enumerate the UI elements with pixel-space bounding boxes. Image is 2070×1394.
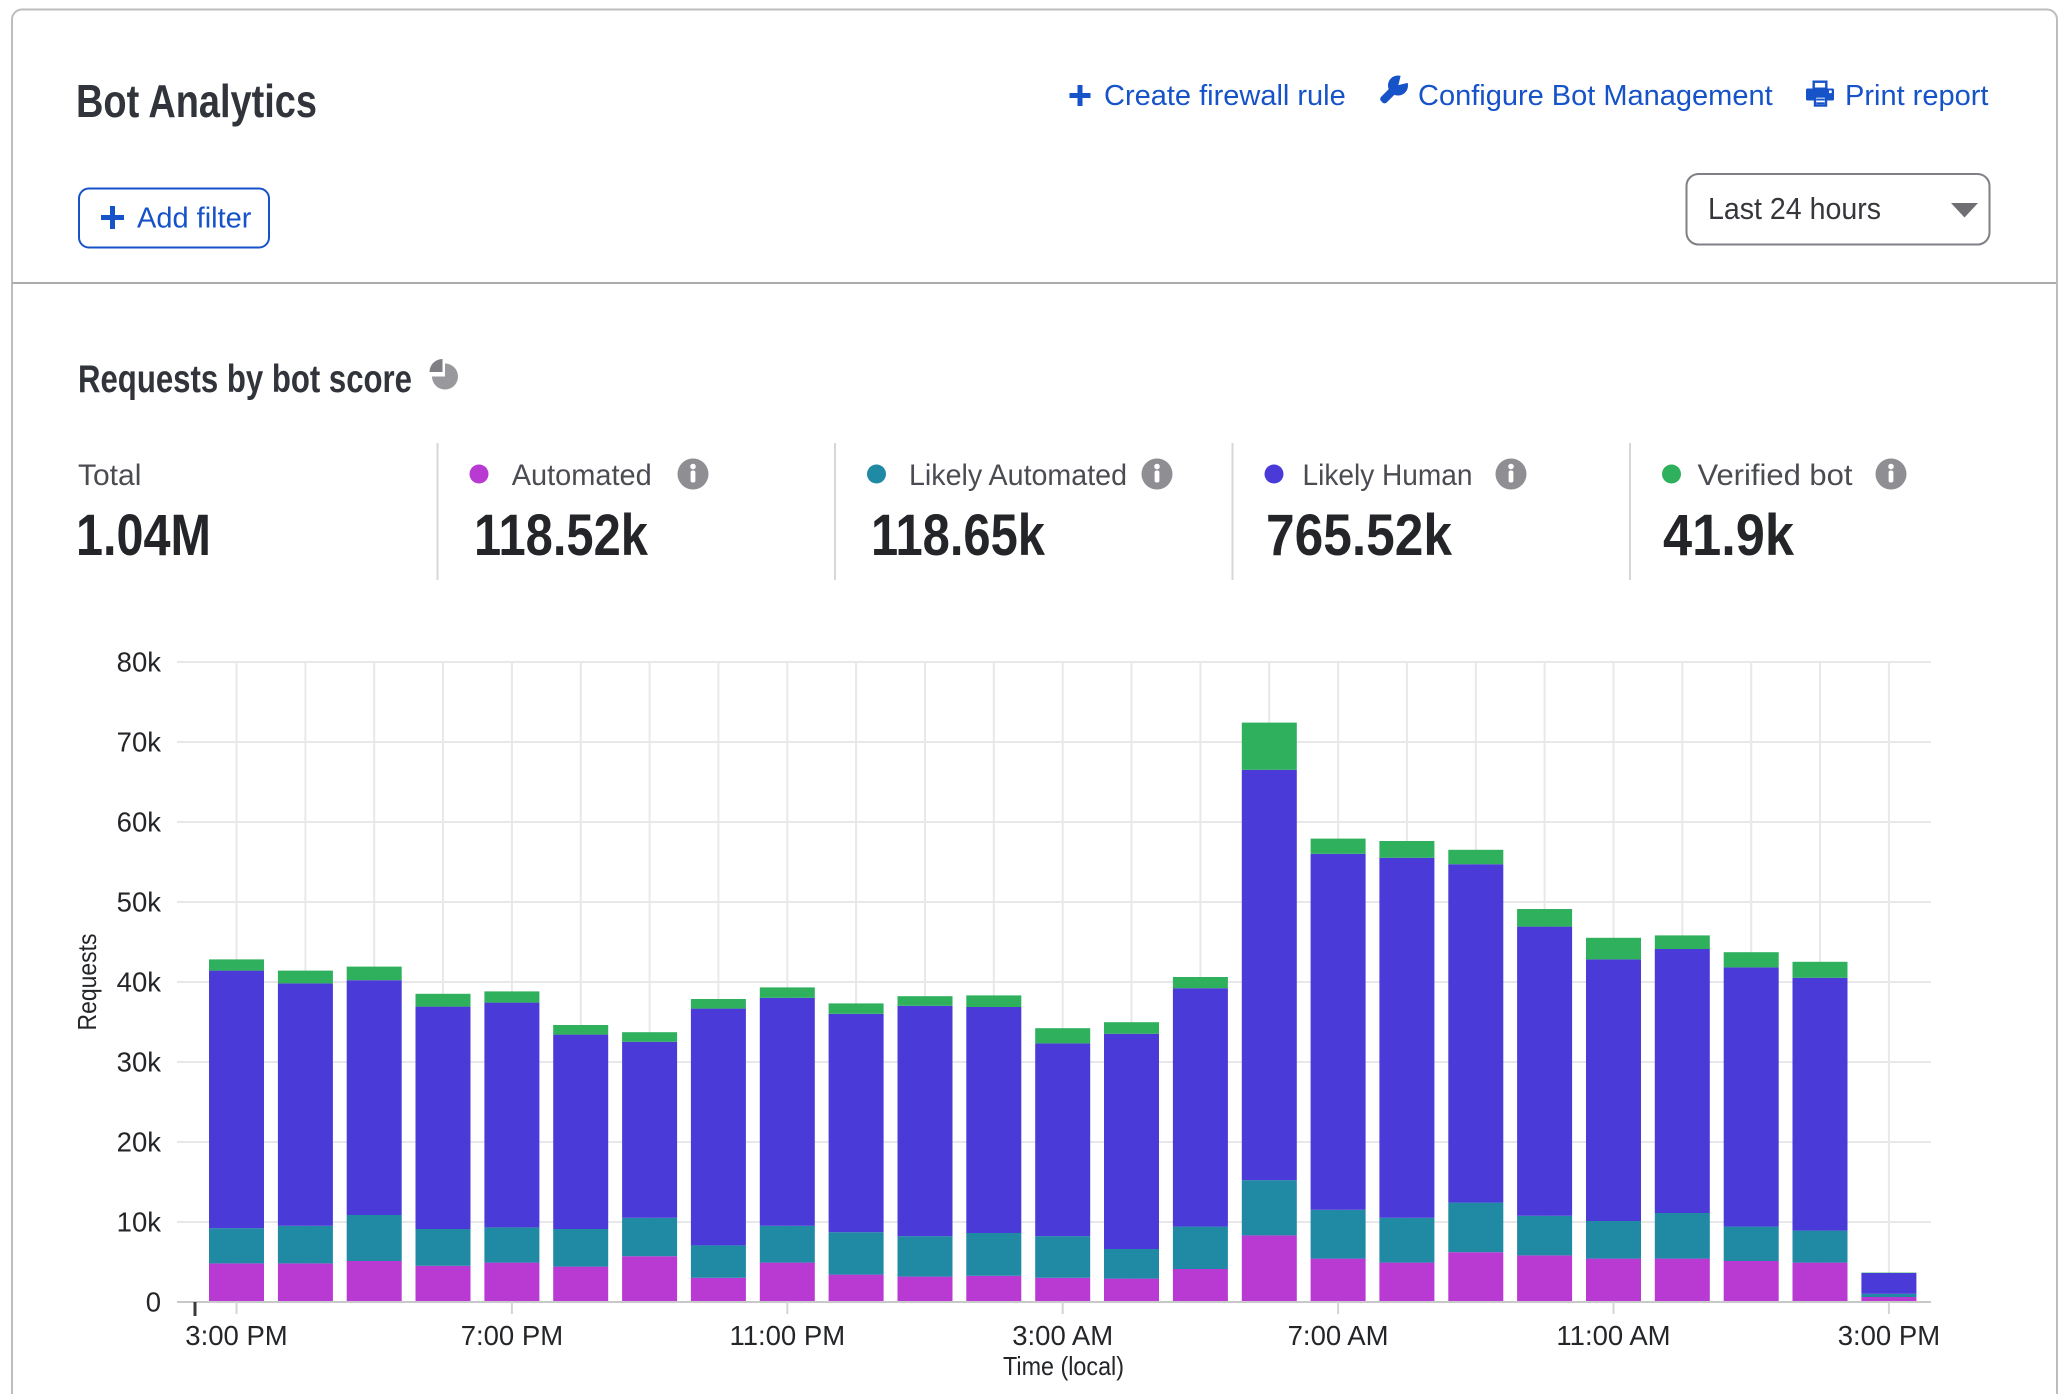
svg-text:Automated: Automated (512, 459, 652, 492)
svg-text:1.04M: 1.04M (76, 503, 211, 568)
svg-text:60k: 60k (117, 807, 162, 838)
svg-text:3:00 PM: 3:00 PM (185, 1320, 287, 1351)
svg-text:50k: 50k (117, 887, 162, 918)
svg-text:10k: 10k (117, 1207, 162, 1238)
svg-text:11:00 PM: 11:00 PM (729, 1320, 845, 1351)
svg-text:70k: 70k (117, 727, 162, 758)
svg-text:80k: 80k (117, 647, 162, 678)
svg-text:765.52k: 765.52k (1266, 503, 1453, 568)
svg-text:7:00 PM: 7:00 PM (461, 1320, 563, 1351)
svg-text:118.52k: 118.52k (474, 503, 649, 568)
svg-text:Likely Human: Likely Human (1303, 459, 1473, 492)
svg-text:7:00 AM: 7:00 AM (1288, 1320, 1389, 1351)
svg-text:40k: 40k (117, 967, 162, 998)
svg-text:Configure Bot Management: Configure Bot Management (1418, 80, 1773, 112)
svg-text:Verified bot: Verified bot (1698, 459, 1854, 492)
svg-text:11:00 AM: 11:00 AM (1556, 1320, 1670, 1351)
svg-text:Last 24 hours: Last 24 hours (1708, 191, 1881, 226)
svg-text:20k: 20k (117, 1127, 162, 1158)
svg-text:Create firewall rule: Create firewall rule (1104, 80, 1346, 112)
svg-text:41.9k: 41.9k (1663, 503, 1795, 568)
svg-text:3:00 PM: 3:00 PM (1838, 1320, 1940, 1351)
svg-text:3:00 AM: 3:00 AM (1012, 1320, 1113, 1351)
svg-text:0: 0 (146, 1287, 161, 1318)
svg-text:Add filter: Add filter (137, 203, 252, 235)
svg-text:30k: 30k (117, 1047, 162, 1078)
svg-text:Bot Analytics: Bot Analytics (76, 75, 317, 127)
svg-text:Requests by bot score: Requests by bot score (78, 358, 412, 401)
svg-text:Likely Automated: Likely Automated (909, 459, 1127, 492)
svg-text:Requests: Requests (72, 934, 102, 1031)
svg-text:Time (local): Time (local) (1003, 1351, 1124, 1381)
svg-text:118.65k: 118.65k (871, 503, 1046, 568)
svg-text:Print report: Print report (1845, 80, 1988, 112)
svg-text:Total: Total (78, 459, 141, 492)
